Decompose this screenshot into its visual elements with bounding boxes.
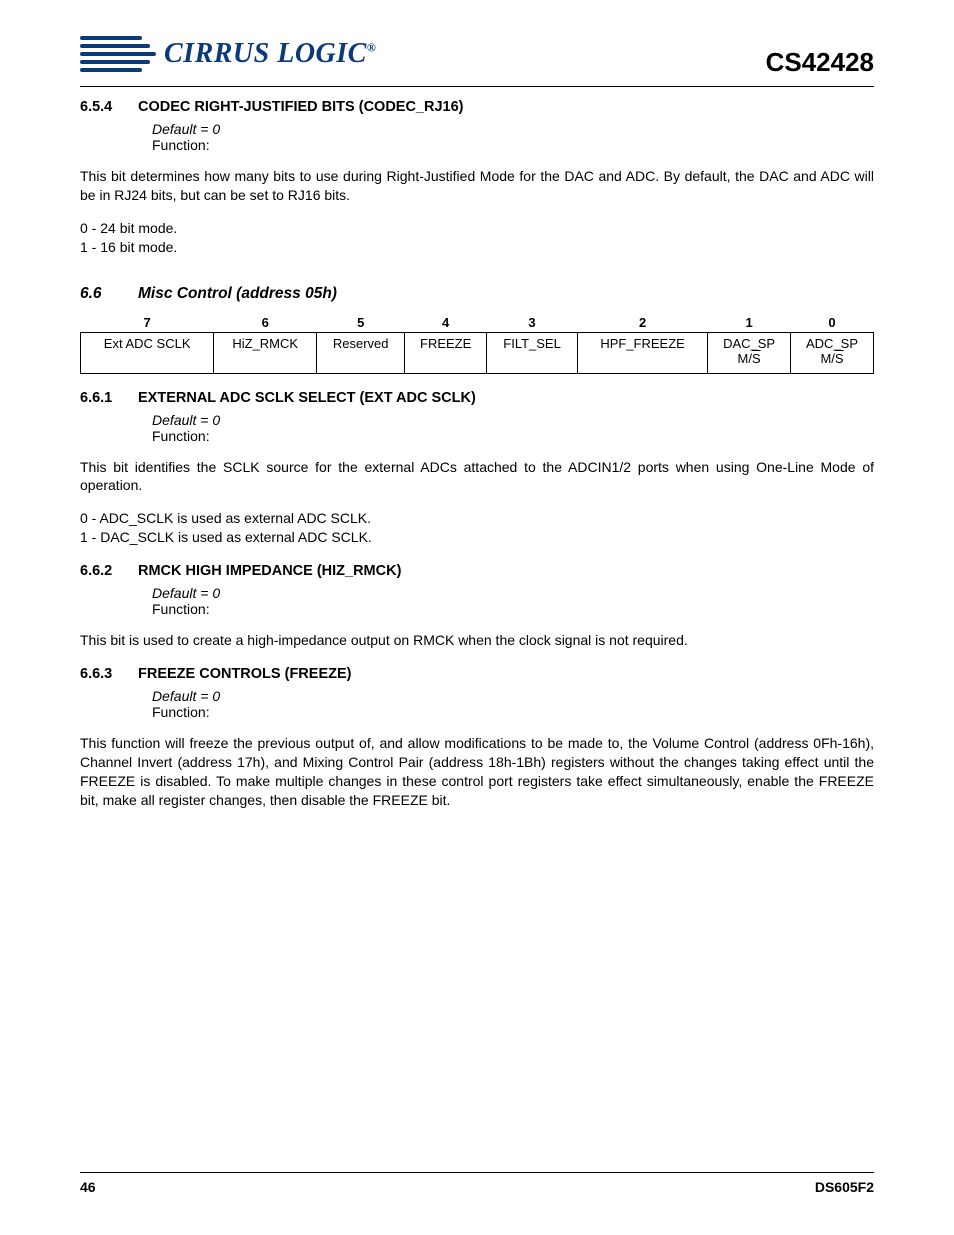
document-id: DS605F2 xyxy=(815,1179,874,1195)
section-662-heading: 6.6.2 RMCK HIGH IMPEDANCE (HIZ_RMCK) xyxy=(80,563,874,579)
bit-3-name: FILT_SEL xyxy=(487,332,578,373)
bit-5-name: Reserved xyxy=(317,332,405,373)
bit-header: 3 xyxy=(487,313,578,333)
section-661-para: This bit identifies the SCLK source for … xyxy=(80,458,874,496)
section-number: 6.6.3 xyxy=(80,666,138,682)
brand-logo: CIRRUS LOGIC® xyxy=(80,30,376,78)
bit-0-name: ADC_SP M/S xyxy=(791,332,874,373)
page-number: 46 xyxy=(80,1179,96,1195)
value-0: 0 - ADC_SCLK is used as external ADC SCL… xyxy=(80,509,874,528)
bit-header: 6 xyxy=(214,313,317,333)
section-title: FREEZE CONTROLS (FREEZE) xyxy=(138,666,351,682)
section-662-para: This bit is used to create a high-impeda… xyxy=(80,631,874,650)
bit-header: 4 xyxy=(405,313,487,333)
bit-7-name: Ext ADC SCLK xyxy=(81,332,214,373)
value-1: 1 - 16 bit mode. xyxy=(80,238,874,257)
page-header: CIRRUS LOGIC® CS42428 xyxy=(80,30,874,87)
section-number: 6.6.1 xyxy=(80,390,138,406)
section-number: 6.6 xyxy=(80,285,138,303)
bit-header: 5 xyxy=(317,313,405,333)
section-title: EXTERNAL ADC SCLK SELECT (EXT ADC SCLK) xyxy=(138,390,476,406)
function-label: Function: xyxy=(152,704,874,720)
function-label: Function: xyxy=(152,137,874,153)
default-value: Default = 0 xyxy=(152,121,874,137)
section-66-heading: 6.6 Misc Control (address 05h) xyxy=(80,285,874,303)
default-value: Default = 0 xyxy=(152,688,874,704)
section-663-heading: 6.6.3 FREEZE CONTROLS (FREEZE) xyxy=(80,666,874,682)
register-bit-table: 7 6 5 4 3 2 1 0 Ext ADC SCLK HiZ_RMCK Re… xyxy=(80,313,874,374)
bit-2-name: HPF_FREEZE xyxy=(578,332,708,373)
bit-header: 2 xyxy=(578,313,708,333)
section-663-para: This function will freeze the previous o… xyxy=(80,734,874,810)
section-number: 6.6.2 xyxy=(80,563,138,579)
section-title: CODEC RIGHT-JUSTIFIED BITS (CODEC_RJ16) xyxy=(138,99,464,115)
section-title: Misc Control (address 05h) xyxy=(138,285,337,303)
value-1: 1 - DAC_SCLK is used as external ADC SCL… xyxy=(80,528,874,547)
section-654-heading: 6.5.4 CODEC RIGHT-JUSTIFIED BITS (CODEC_… xyxy=(80,99,874,115)
section-661-heading: 6.6.1 EXTERNAL ADC SCLK SELECT (EXT ADC … xyxy=(80,390,874,406)
brand-text: CIRRUS LOGIC xyxy=(164,38,367,69)
bit-header: 1 xyxy=(708,313,791,333)
bit-6-name: HiZ_RMCK xyxy=(214,332,317,373)
value-0: 0 - 24 bit mode. xyxy=(80,219,874,238)
bit-4-name: FREEZE xyxy=(405,332,487,373)
default-value: Default = 0 xyxy=(152,412,874,428)
default-value: Default = 0 xyxy=(152,585,874,601)
section-654-para: This bit determines how many bits to use… xyxy=(80,167,874,205)
page-footer: 46 DS605F2 xyxy=(80,1172,874,1195)
section-title: RMCK HIGH IMPEDANCE (HIZ_RMCK) xyxy=(138,563,401,579)
bit-header: 7 xyxy=(81,313,214,333)
part-number: CS42428 xyxy=(766,47,874,78)
bit-header: 0 xyxy=(791,313,874,333)
bit-1-name: DAC_SP M/S xyxy=(708,332,791,373)
section-number: 6.5.4 xyxy=(80,99,138,115)
function-label: Function: xyxy=(152,601,874,617)
wave-icon xyxy=(80,30,160,78)
function-label: Function: xyxy=(152,428,874,444)
reg-mark: ® xyxy=(367,41,376,55)
